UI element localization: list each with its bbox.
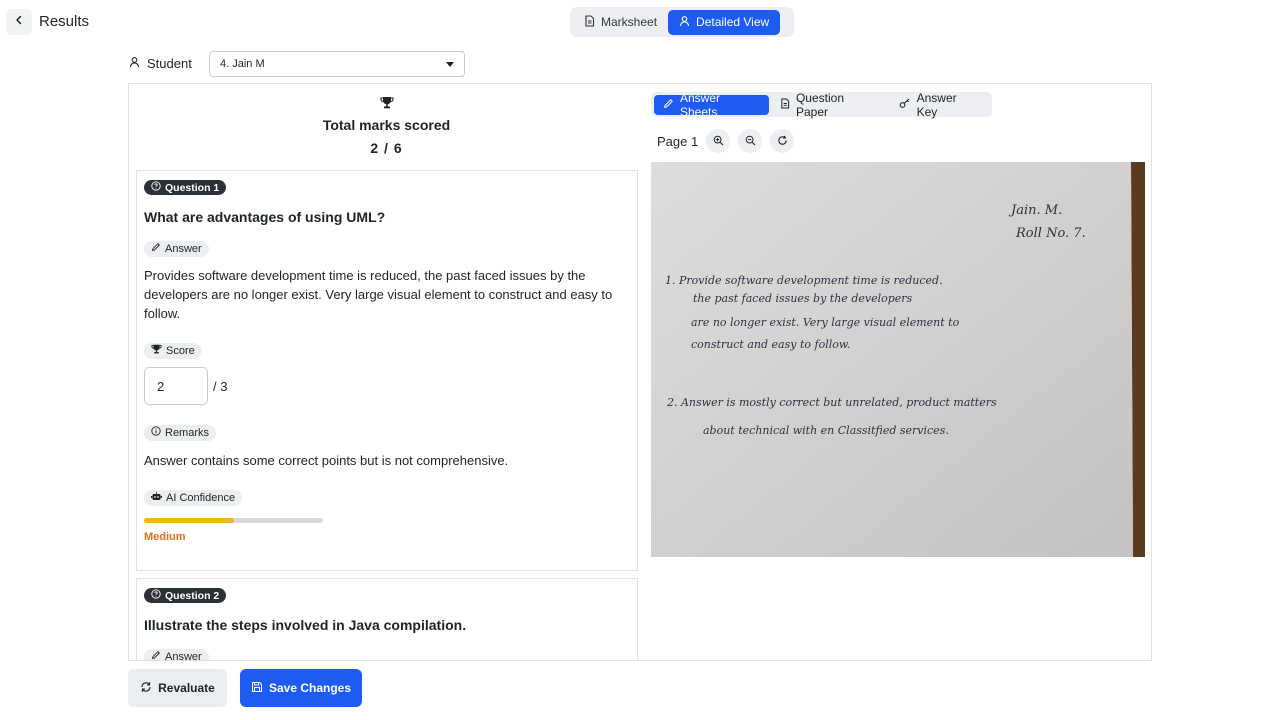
answer-chip-label: Answer — [165, 242, 202, 255]
ai-confidence-fill — [144, 518, 234, 523]
sheet-viewer: Answer Sheets Question Paper Answer Key … — [651, 91, 1147, 656]
viewer-tabs: Answer Sheets Question Paper Answer Key — [651, 91, 992, 119]
page-toolbar: Page 1 — [657, 129, 795, 153]
revaluate-button[interactable]: Revaluate — [128, 669, 227, 707]
handwritten-line: the past faced issues by the developers — [693, 292, 913, 305]
zoom-in-button[interactable] — [706, 129, 731, 153]
user-icon — [679, 15, 690, 30]
tab-answer-key[interactable]: Answer Key — [890, 91, 989, 119]
page-label: Page 1 — [657, 133, 699, 149]
total-marks-heading: Total marks scored — [322, 117, 451, 133]
handwritten-roll: Roll No. 7. — [1015, 226, 1086, 241]
score-chip-label: Score — [166, 344, 195, 357]
ai-confidence-chip-label: AI Confidence — [166, 491, 236, 504]
zoom-in-icon — [713, 134, 724, 149]
tab-detailed-view-label: Detailed View — [696, 15, 770, 29]
save-changes-label: Save Changes — [268, 681, 352, 695]
document-icon — [780, 97, 790, 112]
answer-sheet-photo: Jain. M. Roll No. 7. 1. Provide software… — [651, 162, 1145, 557]
back-button[interactable] — [6, 9, 32, 35]
answer-chip-label: Answer — [165, 650, 202, 661]
question-card: Question 2 Illustrate the steps involved… — [136, 578, 638, 661]
info-icon — [151, 426, 161, 439]
document-icon — [584, 14, 595, 30]
key-icon — [899, 98, 911, 112]
answer-text: Provides software development time is re… — [144, 268, 613, 321]
refresh-icon — [777, 134, 788, 149]
student-label-text: Student — [147, 56, 192, 71]
reset-button[interactable] — [770, 129, 795, 153]
handwritten-line: are no longer exist. Very large visual e… — [691, 316, 960, 329]
question-title: What are advantages of using UML? — [144, 209, 386, 225]
question-badge: Question 2 — [144, 588, 227, 603]
revaluate-label: Revaluate — [158, 681, 215, 695]
chevron-left-icon — [13, 13, 25, 31]
score-row: 2 / 3 — [144, 367, 630, 405]
pencil-icon — [151, 650, 161, 660]
main-panel: Total marks scored 2 / 6 Question 1 What… — [128, 83, 1152, 661]
tab-marksheet-label: Marksheet — [601, 15, 658, 29]
tab-question-paper-label: Question Paper — [795, 90, 844, 119]
pencil-icon — [151, 242, 161, 255]
tab-answer-sheets-label: Answer Sheets — [680, 90, 721, 119]
page-title: Results — [39, 13, 90, 30]
refresh-icon — [140, 681, 152, 696]
handwritten-line: 1. Provide software development time is … — [665, 274, 943, 287]
ai-confidence-chip: AI Confidence — [144, 489, 243, 506]
question-badge-label: Question 2 — [165, 589, 220, 602]
robot-icon — [151, 491, 162, 504]
remarks-chip-label: Remarks — [165, 426, 210, 439]
student-select[interactable]: 4. Jain M — [209, 51, 465, 77]
marks-summary: Total marks scored 2 / 6 — [129, 84, 644, 156]
trophy-icon — [379, 96, 394, 113]
student-row: Student 4. Jain M — [129, 51, 465, 77]
view-toggle: Marksheet Detailed View — [570, 7, 794, 37]
questions-column: Total marks scored 2 / 6 Question 1 What… — [129, 84, 644, 661]
caret-down-icon — [446, 58, 454, 70]
question-card: Question 1 What are advantages of using … — [136, 170, 638, 571]
handwritten-line: construct and easy to follow. — [691, 338, 850, 351]
tab-answer-sheets[interactable]: Answer Sheets — [654, 91, 769, 119]
total-marks-value: 2 / 6 — [370, 140, 403, 156]
score-input[interactable]: 2 — [144, 367, 208, 405]
answer-chip: Answer — [144, 648, 209, 661]
tab-question-paper[interactable]: Question Paper — [771, 91, 888, 119]
question-title: Illustrate the steps involved in Java co… — [144, 617, 467, 633]
tab-detailed-view[interactable]: Detailed View — [668, 9, 781, 35]
handwritten-line: about technical with en Classitfied serv… — [703, 424, 949, 437]
score-max: / 3 — [213, 378, 228, 394]
question-badge-label: Question 1 — [165, 181, 220, 194]
save-changes-button[interactable]: Save Changes — [240, 669, 362, 707]
handwritten-line: 2. Answer is mostly correct but unrelate… — [666, 396, 997, 409]
answer-sheet-image: Jain. M. Roll No. 7. 1. Provide software… — [651, 162, 1145, 557]
remarks-chip: Remarks — [144, 424, 217, 441]
zoom-out-button[interactable] — [738, 129, 763, 153]
help-circle-icon — [151, 589, 161, 602]
student-label: Student — [129, 56, 192, 71]
zoom-out-icon — [745, 134, 756, 149]
student-selected-value: 4. Jain M — [220, 58, 265, 70]
pencil-icon — [663, 98, 674, 112]
save-icon — [251, 681, 263, 696]
tab-answer-key-label: Answer Key — [916, 90, 957, 119]
answer-chip: Answer — [144, 240, 209, 257]
handwritten-name: Jain. M. — [1008, 203, 1062, 218]
help-circle-icon — [151, 181, 161, 194]
ai-confidence-bar — [144, 518, 323, 523]
user-icon — [129, 56, 140, 71]
ai-confidence-level: Medium — [144, 531, 186, 543]
tab-marksheet[interactable]: Marksheet — [573, 10, 668, 35]
question-badge: Question 1 — [144, 180, 227, 195]
trophy-icon — [151, 344, 162, 357]
remarks-text: Answer contains some correct points but … — [144, 453, 509, 468]
score-chip: Score — [144, 342, 202, 359]
